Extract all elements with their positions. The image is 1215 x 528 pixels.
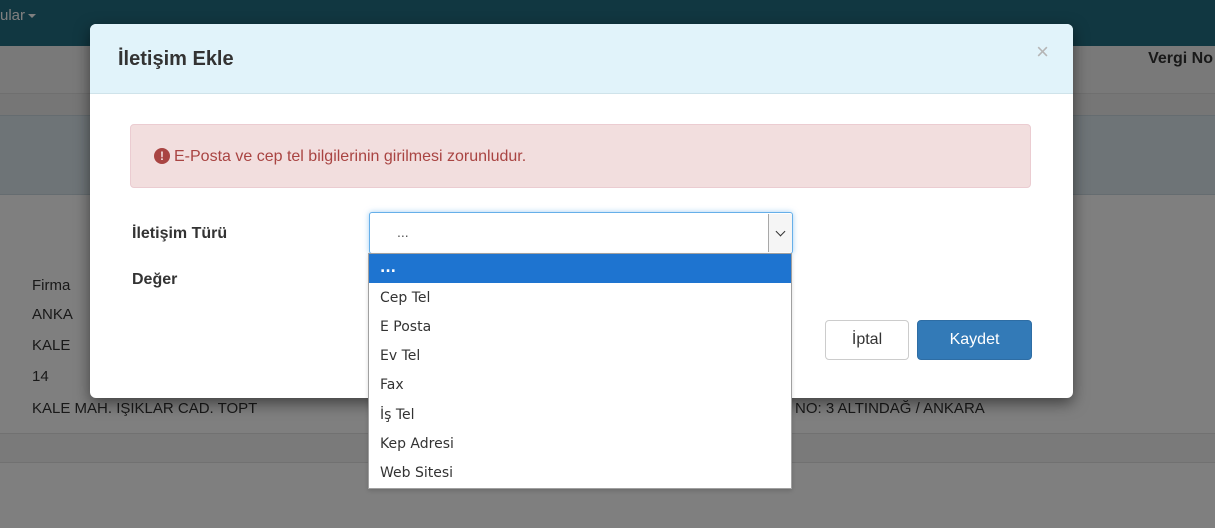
contact-type-select[interactable]: ...	[369, 212, 793, 254]
close-icon[interactable]: ×	[1036, 41, 1049, 63]
cancel-button[interactable]: İptal	[825, 320, 909, 360]
modal-title: İletişim Ekle	[118, 48, 234, 70]
contact-type-dropdown: ... Cep Tel E Posta Ev Tel Fax İş Tel Ke…	[368, 253, 792, 489]
save-button[interactable]: Kaydet	[917, 320, 1032, 360]
alert-message: E-Posta ve cep tel bilgilerinin girilmes…	[174, 148, 527, 165]
select-current-value: ...	[397, 224, 409, 240]
dropdown-option[interactable]: Cep Tel	[369, 284, 791, 313]
exclamation-circle-icon: !	[154, 148, 170, 164]
dropdown-option[interactable]: ...	[369, 254, 791, 283]
dropdown-option[interactable]: E Posta	[369, 313, 791, 342]
select-arrow-button[interactable]	[768, 214, 792, 252]
dropdown-option[interactable]: Web Sitesi	[369, 459, 791, 488]
contact-type-label: İletişim Türü	[132, 225, 228, 242]
dropdown-option[interactable]: Kep Adresi	[369, 430, 791, 459]
dropdown-option[interactable]: Fax	[369, 371, 791, 400]
error-alert: ! E-Posta ve cep tel bilgilerinin girilm…	[130, 124, 1031, 188]
dropdown-option[interactable]: Ev Tel	[369, 342, 791, 371]
value-label: Değer	[132, 271, 178, 288]
dropdown-option[interactable]: İş Tel	[369, 401, 791, 430]
chevron-down-icon	[775, 226, 786, 236]
modal-header: İletişim Ekle ×	[90, 24, 1073, 94]
